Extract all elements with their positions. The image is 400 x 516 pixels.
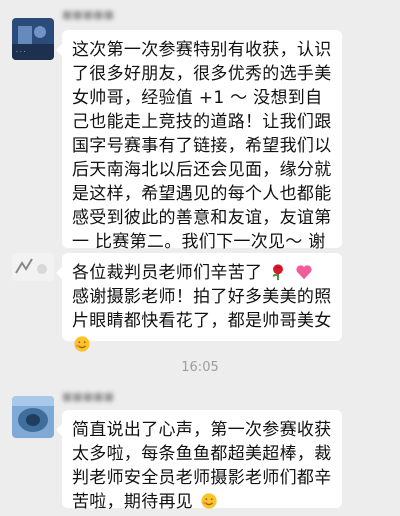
sender-name: ■■■■■ xyxy=(62,390,114,403)
rose-emoji-icon xyxy=(272,264,283,281)
avatar-image-icon xyxy=(12,253,54,281)
message-bubble[interactable]: 这次第一次参赛特别有收获，认识了很多好朋友，很多优秀的选手美女帅哥，经验值 +1… xyxy=(56,30,342,276)
message-bubble[interactable]: 各位裁判员老师们辛苦了 感谢摄影老师！拍了好多美美的照片眼睛都快看花了，都是帅哥… xyxy=(56,253,342,352)
shy-smile-emoji-icon xyxy=(74,336,90,352)
avatar[interactable]: · · · xyxy=(12,18,54,60)
message-text-part-2: 感谢摄影老师！拍了好多美美的照片眼睛都快看花了，都是帅哥美女 xyxy=(72,287,332,331)
avatar[interactable] xyxy=(12,396,54,438)
pink-heart-emoji-icon xyxy=(296,265,312,280)
shy-smile-emoji-icon xyxy=(201,493,217,509)
avatar-image-icon xyxy=(12,396,54,438)
message-text-part-1: 各位裁判员老师们辛苦了 xyxy=(72,263,263,283)
avatar[interactable] xyxy=(12,253,54,281)
chat-timestamp: 16:05 xyxy=(181,360,219,375)
chat-message-3: ■■■■■ 简直说出了心声，第一次参赛收获太多啦，每条鱼鱼都超美超棒，裁判老师安… xyxy=(0,390,400,516)
avatar-image-icon: · · · xyxy=(12,18,54,60)
chat-message-2: 各位裁判员老师们辛苦了 感谢摄影老师！拍了好多美美的照片眼睛都快看花了，都是帅哥… xyxy=(0,245,400,352)
sender-name: ■■■■■ xyxy=(62,8,114,21)
message-bubble[interactable]: 简直说出了心声，第一次参赛收获太多啦，每条鱼鱼都超美超棒，裁判老师安全员老师摄影… xyxy=(56,410,342,512)
chat-message-1: · · · ■■■■■ 这次第一次参赛特别有收获，认识了很多好朋友，很多优秀的选… xyxy=(0,0,400,276)
svg-text:· · ·: · · · xyxy=(16,49,26,56)
